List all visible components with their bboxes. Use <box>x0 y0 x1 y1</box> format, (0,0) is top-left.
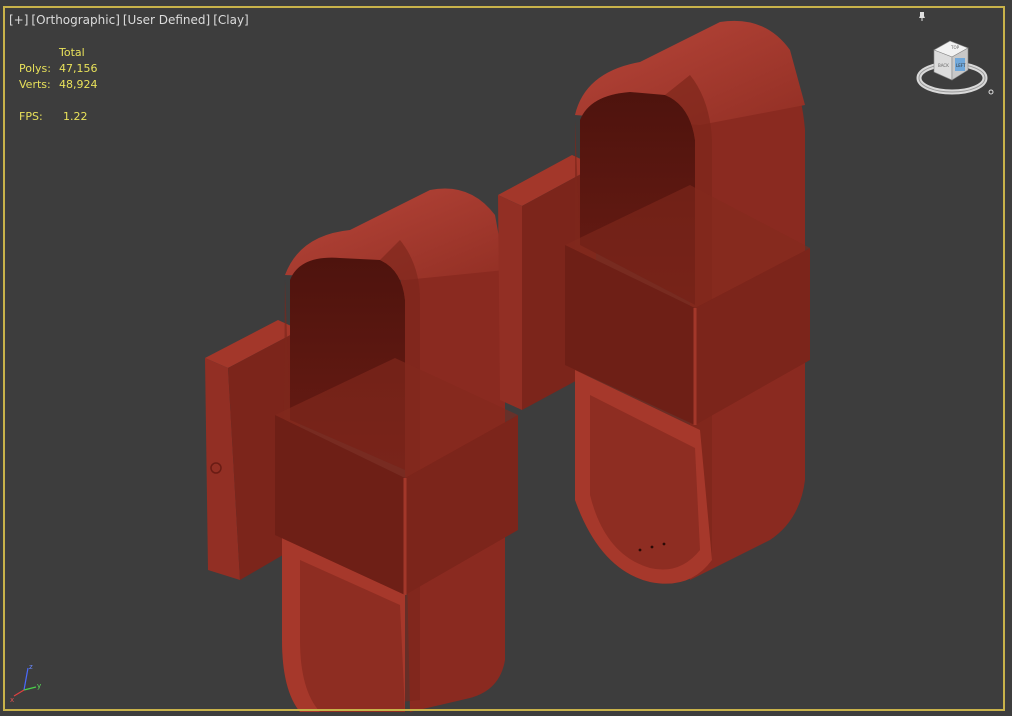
polys-value: 47,156 <box>59 62 98 75</box>
axis-tripod-icon: z y x <box>10 663 41 702</box>
verts-value: 48,924 <box>59 78 98 91</box>
left-sconce[interactable] <box>205 188 518 712</box>
viewport-projection-menu[interactable]: [Orthographic] <box>31 13 119 27</box>
viewport[interactable]: [+] [Orthographic] [User Defined] [Clay]… <box>0 0 1012 716</box>
scene-canvas[interactable] <box>0 0 1012 716</box>
axis-z-label: z <box>29 663 33 671</box>
viewcube-right-label: LEFT <box>956 63 966 68</box>
viewcube-home-dot[interactable] <box>988 89 994 95</box>
polys-label: Polys: <box>19 62 51 75</box>
viewport-label-menu: [+] [Orthographic] [User Defined] [Clay] <box>9 13 249 27</box>
fps-value: 1.22 <box>63 110 88 123</box>
right-vent-hole-3 <box>662 542 666 546</box>
fps-label: FPS: <box>19 110 43 123</box>
viewcube-front-label: BACK <box>938 63 949 68</box>
verts-label: Verts: <box>19 78 51 91</box>
right-vent-hole-2 <box>650 545 654 549</box>
stats-header: Total <box>59 46 85 59</box>
axis-y-label: y <box>37 682 41 690</box>
viewport-plus-menu[interactable]: [+] <box>9 13 28 27</box>
axis-x-label: x <box>10 696 14 702</box>
right-wall-plate-front <box>498 195 522 410</box>
right-sconce[interactable] <box>498 20 810 584</box>
statistics-overlay: Total Polys: 47,156 Verts: 48,924 FPS: 1.22 <box>19 45 123 125</box>
right-vent-hole-1 <box>638 548 642 552</box>
viewport-view-menu[interactable]: [User Defined] <box>123 13 210 27</box>
pin-icon[interactable] <box>918 11 926 21</box>
viewcube-icon[interactable]: TOP BACK LEFT <box>914 36 994 106</box>
viewcube-top-label: TOP <box>950 45 960 50</box>
viewport-shading-menu[interactable]: [Clay] <box>213 13 249 27</box>
